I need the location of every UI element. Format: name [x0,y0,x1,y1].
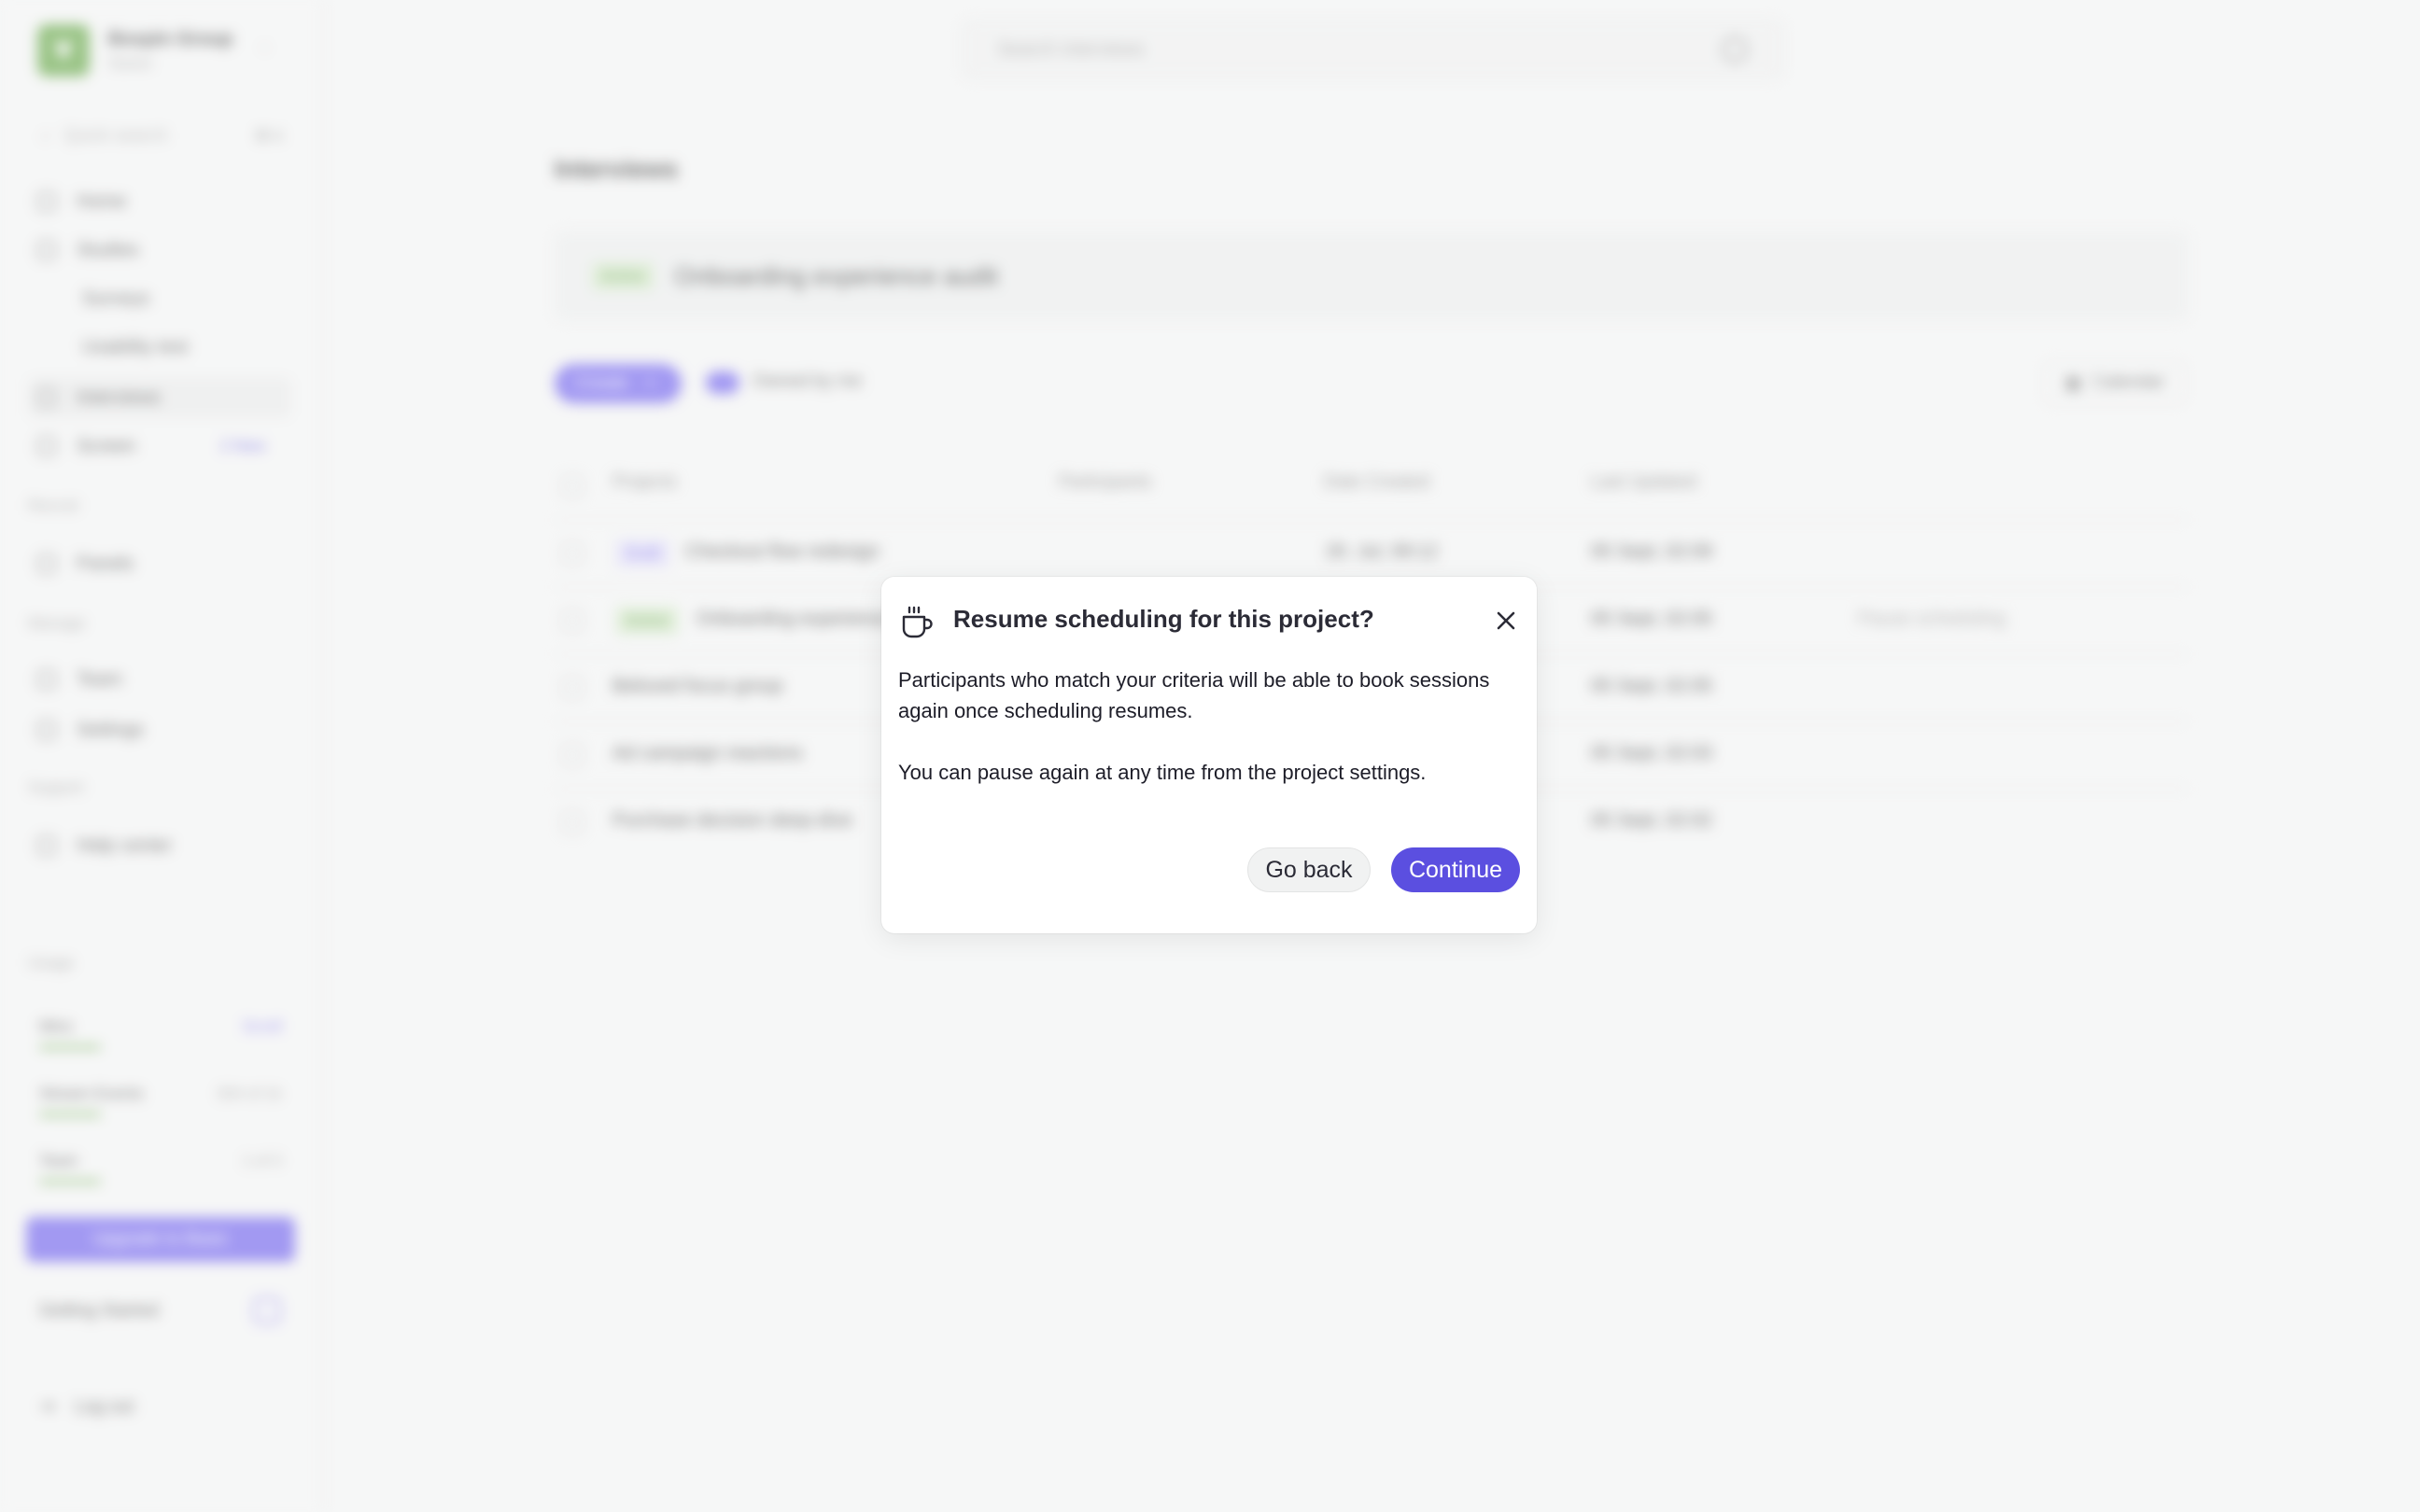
go-back-button[interactable]: Go back [1247,847,1371,892]
coffee-cup-icon [902,606,933,638]
resume-scheduling-dialog: Resume scheduling for this project? Part… [881,577,1537,933]
dialog-title: Resume scheduling for this project? [953,605,1374,633]
continue-button[interactable]: Continue [1391,847,1520,892]
dialog-body-paragraph: You can pause again at any time from the… [898,761,1427,784]
dialog-body-paragraph: Participants who match your criteria wil… [898,668,1490,722]
close-icon[interactable] [1490,605,1522,637]
dialog-body: Participants who match your criteria wil… [898,665,1514,788]
